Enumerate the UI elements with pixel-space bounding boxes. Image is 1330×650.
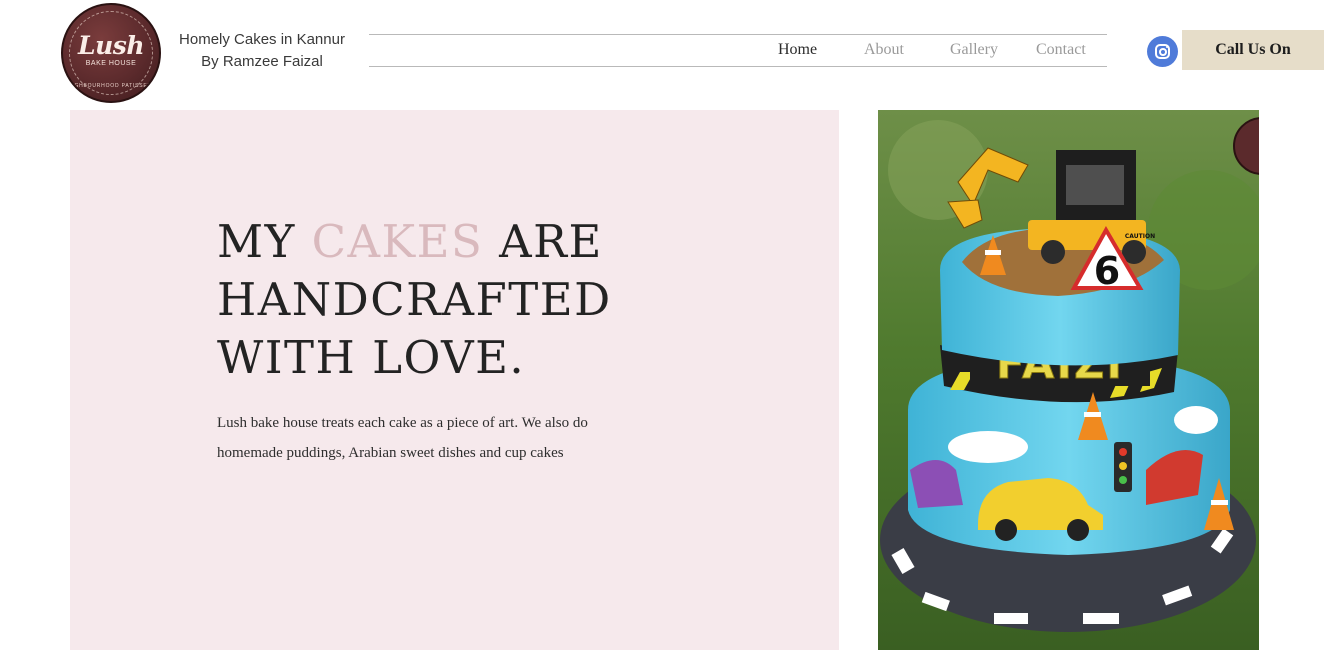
site-tagline: Homely Cakes in Kannur By Ramzee Faizal (170, 29, 354, 73)
hero-headline: MY CAKES ARE HANDCRAFTED WITH LOVE. (217, 213, 647, 387)
cake-illustration: FAIZI CAUTION 6 (878, 110, 1259, 650)
description-line-2: homemade puddings, Arabian sweet dishes … (217, 445, 564, 461)
instagram-dot (1166, 46, 1168, 48)
description-line-1: Lush bake house treats each cake as a pi… (217, 415, 588, 431)
instagram-lens (1158, 47, 1167, 56)
tagline-line-1: Homely Cakes in Kannur (179, 31, 345, 48)
logo-sub-text: BAKE HOUSE (85, 60, 137, 67)
logo[interactable]: Lush BAKE HOUSE NEIGHBOURHOOD PATISSERIE (61, 3, 161, 103)
caution-sign-text: CAUTION (1125, 233, 1155, 240)
cloud-right (1174, 406, 1218, 434)
nav-divider-top (369, 34, 1107, 35)
logo-script-text: Lush (77, 31, 145, 60)
nav-item-contact[interactable]: Contact (1036, 40, 1086, 60)
nav-item-home[interactable]: Home (778, 40, 817, 60)
cake-photo: FAIZI CAUTION 6 (878, 110, 1259, 650)
age-number-text: 6 (1094, 249, 1120, 293)
car-wheel (995, 519, 1017, 541)
call-us-button[interactable]: Call Us On (1182, 30, 1324, 70)
nav-item-gallery[interactable]: Gallery (950, 40, 998, 60)
excavator-wheel (1041, 240, 1065, 264)
logo-ring-text: NEIGHBOURHOOD PATISSERIE (63, 83, 159, 89)
cloud-left (948, 431, 1028, 463)
headline-part-1: MY (217, 215, 312, 268)
instagram-icon[interactable] (1147, 36, 1178, 67)
headline-accent: CAKES (311, 215, 484, 268)
tagline-line-2: By Ramzee Faizal (201, 53, 323, 70)
hero-description: Lush bake house treats each cake as a pi… (217, 408, 637, 468)
nav-item-about[interactable]: About (864, 40, 904, 60)
nav-divider-bottom (369, 66, 1107, 67)
car-wheel (1067, 519, 1089, 541)
